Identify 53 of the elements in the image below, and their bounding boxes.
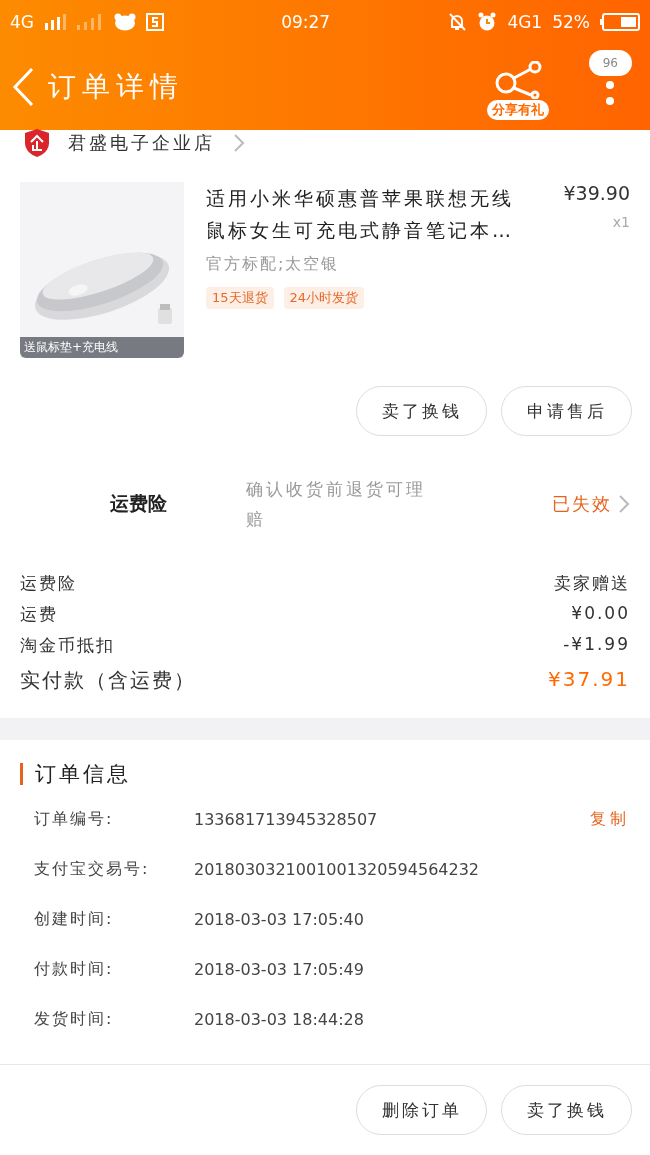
service-tag: 15天退货	[206, 287, 274, 309]
message-count-badge: 96	[588, 50, 632, 76]
battery-icon	[600, 13, 640, 31]
signal-icon	[76, 14, 104, 30]
cost-label: 运费险	[20, 572, 77, 595]
network-label: 4G1	[507, 12, 543, 32]
enterprise-shield-icon	[24, 128, 50, 158]
info-label: 支付宝交易号:	[33, 858, 151, 880]
action-button[interactable]: 删除订单	[356, 1085, 487, 1135]
info-value: 133681713945328507	[194, 809, 379, 829]
product-variant: 官方标配;太空银	[206, 254, 341, 275]
more-icon[interactable]	[605, 80, 616, 106]
action-button[interactable]: 卖了换钱	[501, 1085, 632, 1135]
service-tag: 24小时发货	[283, 287, 365, 309]
product-title[interactable]: 适用小米华硕惠普苹果联想无线鼠标女生可充电式静音笔记本…	[206, 182, 528, 246]
info-label: 付款时间:	[33, 958, 115, 980]
insurance-label: 运费险	[109, 491, 168, 516]
battery-percent: 52%	[552, 12, 590, 32]
info-value: 2018030321001001320594564232	[194, 859, 481, 879]
chevron-right-icon[interactable]	[233, 133, 245, 153]
info-label: 创建时间:	[33, 908, 115, 930]
bear-icon	[114, 13, 136, 31]
cost-label: 运费	[20, 603, 58, 626]
product-quantity: x1	[612, 214, 630, 230]
info-value: 2018-03-03 17:05:40	[194, 909, 365, 929]
section-title: 订单信息	[35, 761, 131, 788]
info-value: 2018-03-03 18:44:28	[194, 1009, 365, 1029]
clock-time: 09:27	[281, 12, 331, 32]
cost-value: ¥37.91	[548, 667, 630, 693]
image-caption: 送鼠标垫+充电线	[20, 337, 184, 358]
cost-label: 淘金币抵扣	[20, 634, 115, 657]
signal-icon	[44, 14, 66, 30]
cost-value: -¥1.99	[563, 634, 630, 656]
insurance-status[interactable]: 已失效	[552, 492, 612, 516]
network-label: 4G	[10, 12, 34, 32]
info-label: 发货时间:	[33, 1008, 115, 1030]
cost-label: 实付款（含运费）	[20, 667, 196, 694]
back-icon[interactable]	[12, 67, 34, 107]
muted-bell-icon	[447, 12, 468, 32]
alarm-icon	[477, 12, 498, 32]
store-name[interactable]: 君盛电子企业店	[68, 131, 215, 155]
cost-value: ¥0.00	[571, 603, 630, 625]
info-value: 2018-03-03 17:05:49	[194, 959, 365, 979]
insurance-description: 确认收货前退货可理赔	[246, 478, 427, 531]
info-label: 订单编号:	[33, 808, 115, 830]
action-button[interactable]: 申请售后	[501, 386, 632, 436]
copy-link[interactable]: 复制	[590, 808, 630, 830]
cost-value: 卖家赠送	[554, 572, 630, 595]
chevron-right-icon[interactable]	[618, 494, 630, 514]
app-icon	[146, 13, 164, 31]
action-button[interactable]: 卖了换钱	[356, 386, 487, 436]
page-title: 订单详情	[48, 69, 185, 105]
product-price: ¥39.90	[563, 182, 630, 204]
